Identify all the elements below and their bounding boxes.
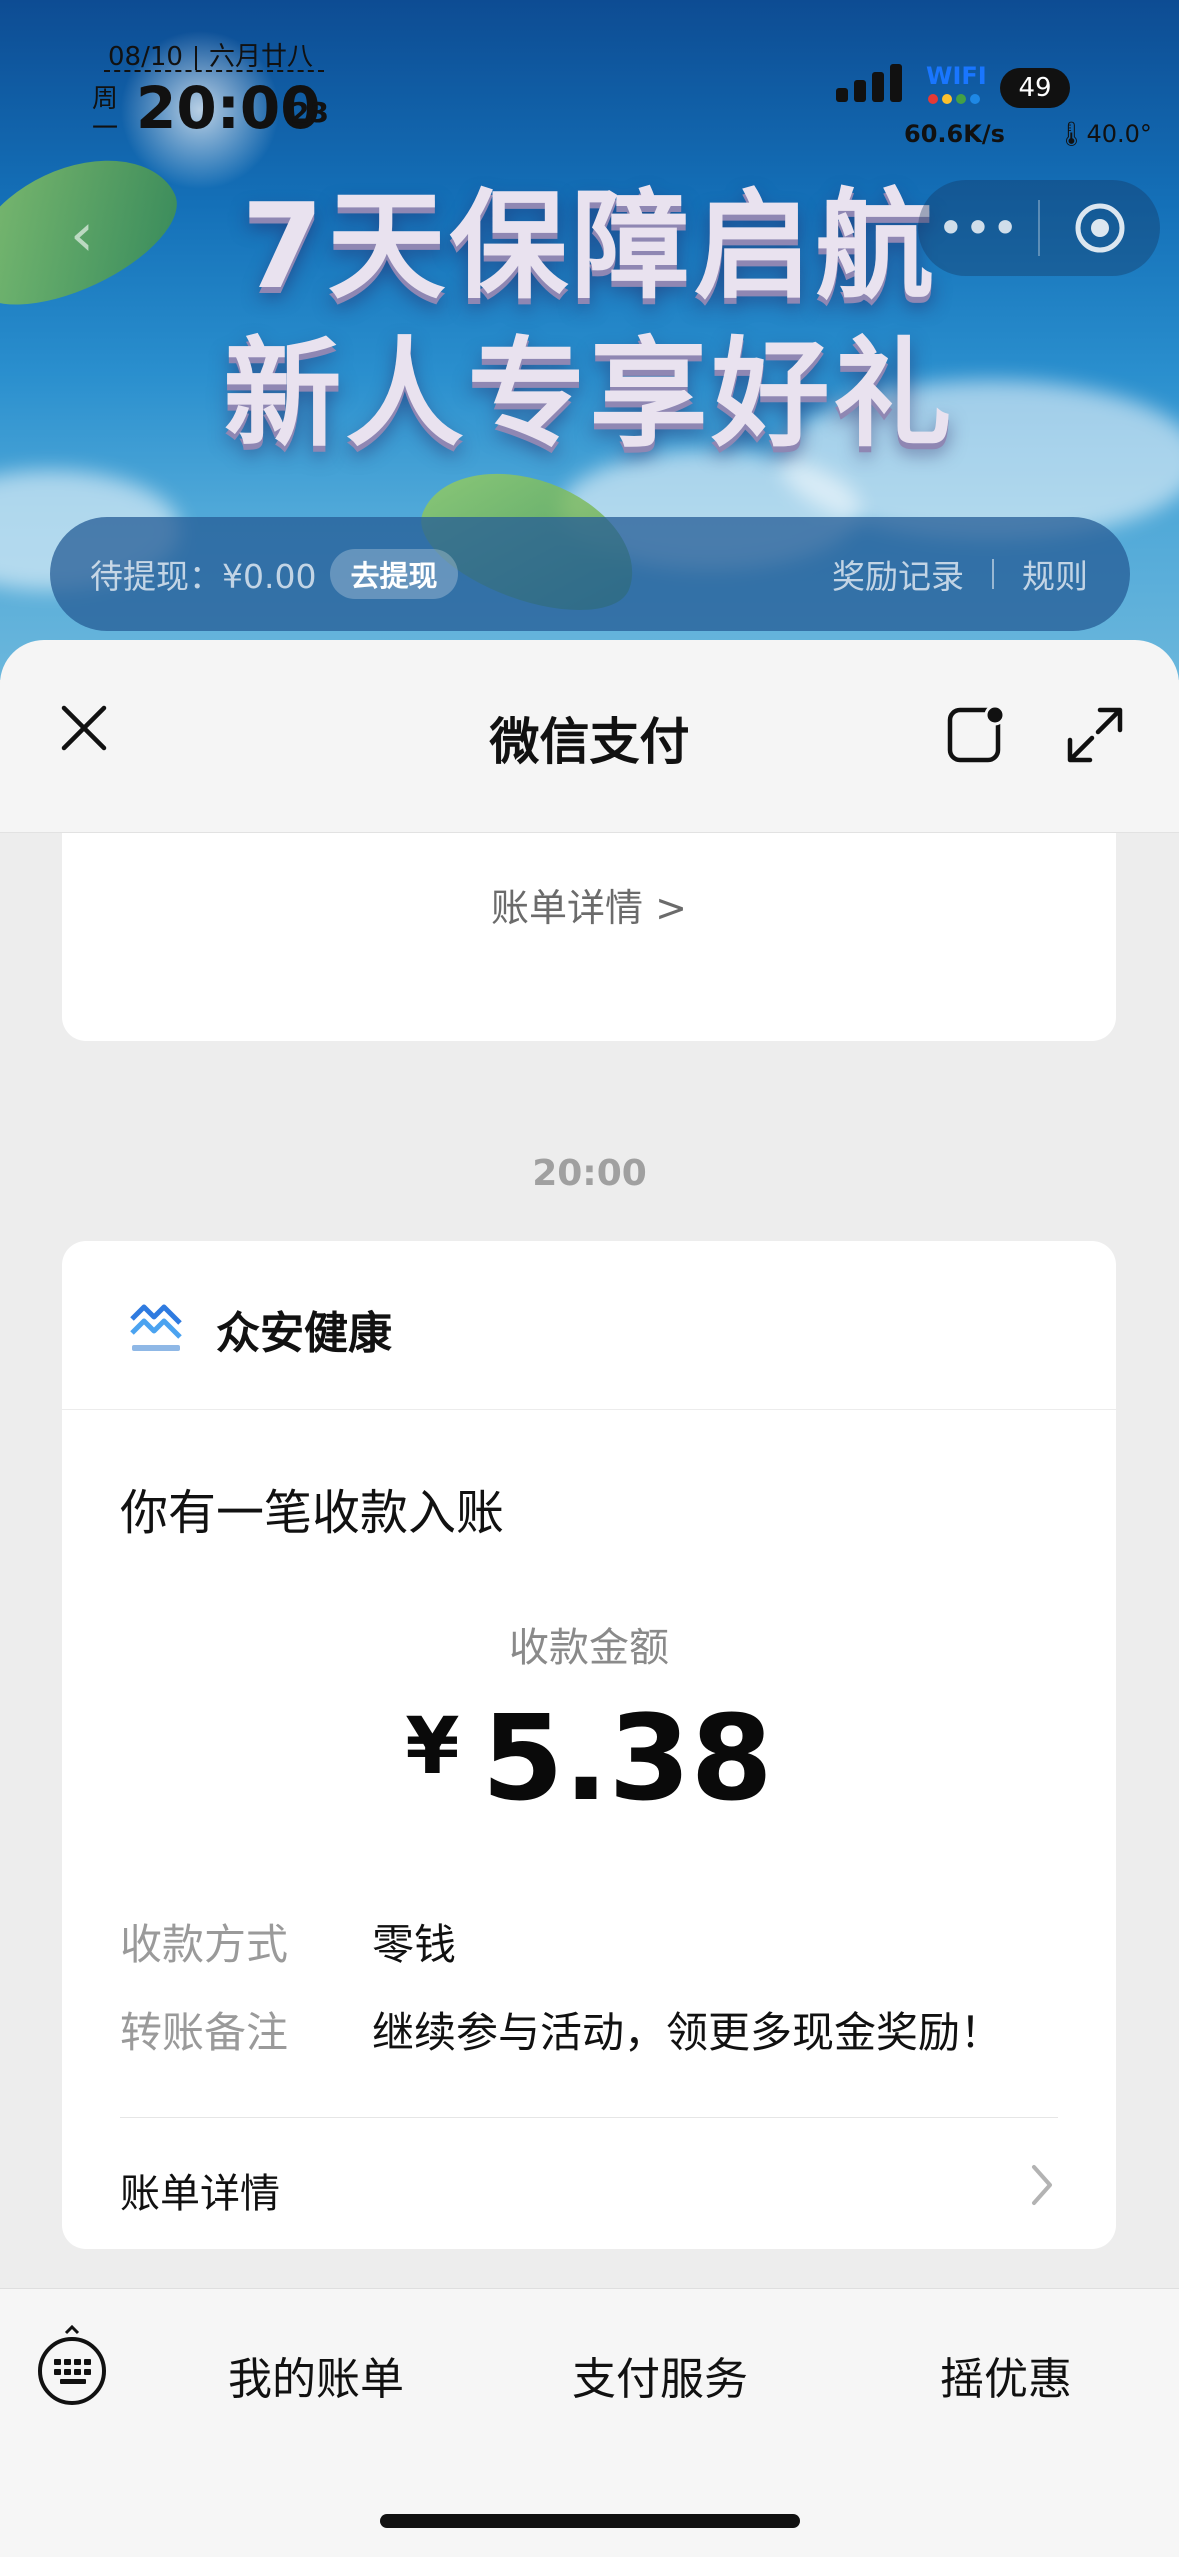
keyboard-icon[interactable] xyxy=(34,2325,110,2409)
transfer-remark-row: 转账备注 继续参与活动，领更多现金奖励！ xyxy=(120,1999,1002,2060)
transfer-remark-value: 继续参与活动，领更多现金奖励！ xyxy=(372,2008,1003,2057)
status-seconds: 23 xyxy=(290,96,329,129)
floating-window-icon[interactable] xyxy=(946,702,1010,766)
payment-method-row: 收款方式 零钱 xyxy=(120,1911,456,1972)
rules-link[interactable]: 规则 xyxy=(1022,550,1088,598)
payment-method-label: 收款方式 xyxy=(120,1920,289,1969)
message-heading: 你有一笔收款入账 xyxy=(120,1485,505,1541)
pending-withdraw: 待提现：¥0.00 xyxy=(90,557,317,596)
banner-headline-2: 新人专享好礼 xyxy=(223,325,956,463)
menu-payment-services[interactable]: 支付服务 xyxy=(572,2343,748,2407)
status-lunar-date: 六月廿八 xyxy=(208,42,313,72)
menu-my-bills[interactable]: 我的账单 xyxy=(228,2343,404,2407)
reward-bar: 待提现：¥0.00 去提现 奖励记录 规则 xyxy=(50,517,1130,631)
sheet-header: 微信支付 xyxy=(0,640,1179,833)
home-indicator[interactable] xyxy=(380,2514,800,2528)
amount-label: 收款金额 xyxy=(509,1625,669,1671)
currency-symbol: ¥ xyxy=(405,1702,460,1792)
chevron-right-icon[interactable] xyxy=(1026,2161,1058,2209)
payment-received-card[interactable]: 众安健康 你有一笔收款入账 收款金额 ¥5.38 收款方式 零钱 转账备注 继续… xyxy=(62,1241,1116,2249)
expand-icon[interactable] xyxy=(1066,706,1124,764)
reward-records-link[interactable]: 奖励记录 xyxy=(832,550,964,598)
message-list[interactable]: 账单详情 > 20:00 众安健康 你有一笔收款入账 收款金额 ¥5.38 收款… xyxy=(0,833,1179,2288)
status-date: 08/10 xyxy=(108,42,183,72)
payment-method-value: 零钱 xyxy=(372,1920,457,1969)
withdraw-button[interactable]: 去提现 xyxy=(330,549,458,599)
zhongan-health-logo-icon xyxy=(130,1304,182,1351)
status-weekday: 周一 xyxy=(92,84,119,144)
net-speed: 60.6K/s xyxy=(904,120,1005,148)
battery-icon: 49 xyxy=(1000,68,1070,108)
status-bar: 08/10 六月廿八 周一 20:00 23 WIFI 49 60.6K/s 🌡4… xyxy=(0,0,1179,150)
menu-shake-offers[interactable]: 摇优惠 xyxy=(940,2343,1072,2407)
message-timestamp: 20:00 xyxy=(532,1153,647,1194)
merchant-name: 众安健康 xyxy=(216,1308,392,1359)
miniprogram-capsule: ••• xyxy=(918,180,1160,276)
wifi-icon: WIFI xyxy=(926,62,987,90)
bill-detail-link[interactable]: 账单详情 xyxy=(120,2161,280,2219)
amount-value: ¥5.38 xyxy=(405,1689,773,1827)
more-icon[interactable]: ••• xyxy=(918,180,1038,276)
temperature: 🌡40.0° xyxy=(1056,120,1152,148)
bill-detail-link-previous[interactable]: 账单详情 > xyxy=(62,877,1116,932)
close-miniprogram-icon[interactable] xyxy=(1040,201,1160,255)
merchant-header[interactable]: 众安健康 xyxy=(62,1241,1116,1410)
previous-message-card: 账单详情 > xyxy=(62,833,1116,1041)
transfer-remark-label: 转账备注 xyxy=(120,2008,289,2057)
cellular-signal-icon xyxy=(836,64,902,102)
